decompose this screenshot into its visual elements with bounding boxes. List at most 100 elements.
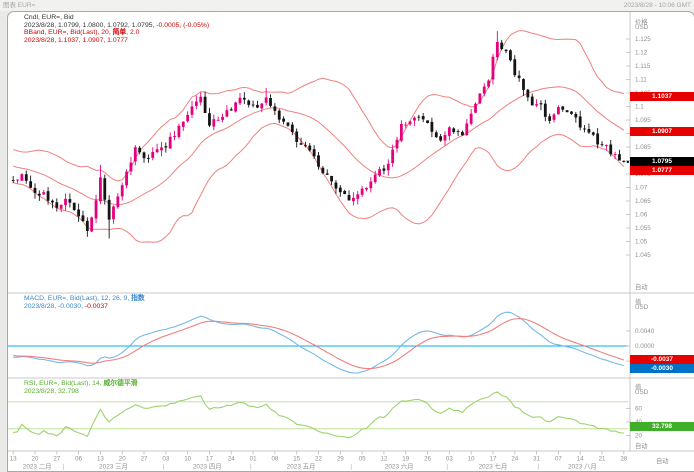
svg-text:1.065: 1.065 xyxy=(635,198,651,205)
axis-badge-1.1037: 1.1037 xyxy=(630,92,694,101)
bollinger-bands xyxy=(13,31,624,243)
month-label: 2023 五月 xyxy=(287,463,316,471)
svg-text:0.0040: 0.0040 xyxy=(635,328,655,335)
svg-text:24: 24 xyxy=(228,456,235,463)
svg-text:06: 06 xyxy=(75,456,82,463)
svg-text:1.115: 1.115 xyxy=(635,63,651,70)
bband-ma-type: 简单 xyxy=(113,29,127,36)
axis-badge-1.0795: 1.0795 xyxy=(630,157,694,166)
macd-ma-type: 指数 xyxy=(131,295,145,302)
svg-text:|: | xyxy=(350,464,352,471)
price-axis-unit: USD xyxy=(635,24,648,31)
month-label: 2023 四月 xyxy=(193,463,222,471)
rsi-line xyxy=(13,392,624,438)
svg-text:27: 27 xyxy=(141,456,148,463)
svg-text:10: 10 xyxy=(468,456,475,463)
window-timestamp: 2023/8/28 - 10:06 GMT xyxy=(624,0,691,11)
axis-badge--0.0030: -0.0030 xyxy=(630,364,694,373)
svg-text:13: 13 xyxy=(97,456,104,463)
rsi-legend-params: RSI, EUR=, Bid(Last), 14, xyxy=(24,380,104,387)
candle-legend-change: -0.0005, (-0.05%) xyxy=(156,22,209,29)
rsi-smoothing-type: 威尔德平滑 xyxy=(104,380,138,387)
svg-text:17: 17 xyxy=(490,456,497,463)
last-price-marker xyxy=(627,161,629,163)
svg-text:24: 24 xyxy=(511,456,518,463)
window-title: 图表 EUR= xyxy=(3,0,35,11)
axis-badge-32.798: 32.798 xyxy=(630,422,694,431)
svg-text:10: 10 xyxy=(184,456,191,463)
svg-text:29: 29 xyxy=(337,456,344,463)
svg-text:1.06: 1.06 xyxy=(635,212,648,219)
svg-text:13: 13 xyxy=(10,456,17,463)
svg-text:1.1: 1.1 xyxy=(635,104,644,111)
rsi-legend: RSI, EUR=, Bid(Last), 14, 威尔德平滑 2023/8/2… xyxy=(24,380,138,395)
svg-text:14: 14 xyxy=(577,456,584,463)
svg-text:15: 15 xyxy=(293,456,300,463)
macd-legend-value: 2023/8/28, -0.0030, xyxy=(24,303,85,310)
candle-legend-ohlc: 2023/8/28, 1.0799, 1.0800, 1.0792, 1.079… xyxy=(24,22,156,29)
svg-text:|: | xyxy=(63,464,65,471)
title-bar: 图表 EUR= 2023/8/28 - 10:06 GMT xyxy=(0,0,694,11)
svg-text:01: 01 xyxy=(250,456,257,463)
rsi-axis-unit: USD xyxy=(635,389,648,396)
rsi-legend-value: 2023/8/28, 32.798 xyxy=(24,388,138,396)
svg-text:|: | xyxy=(250,464,252,471)
time-axis[interactable]: 13 20 27 06 13 20 27 03 10 17 24 01 08 15 22 29 05 12 19 26… xyxy=(10,451,628,471)
svg-text:19: 19 xyxy=(402,456,409,463)
svg-text:|: | xyxy=(538,464,540,471)
svg-text:03: 03 xyxy=(446,456,453,463)
candlestick-series xyxy=(12,31,629,238)
price-axis-auto[interactable]: 自动 xyxy=(635,282,648,291)
axis-badge--0.0037: -0.0037 xyxy=(630,355,694,364)
chart-frame: 1.1251.121.1151.111.1051.11.0951.091.085… xyxy=(7,11,694,472)
rsi-axis-auto[interactable]: 自动 xyxy=(635,441,648,450)
month-label: 2023 二月 xyxy=(23,463,52,471)
svg-text:0.0000: 0.0000 xyxy=(635,343,655,350)
month-label: 2023 三月 xyxy=(99,463,128,471)
svg-text:1.12: 1.12 xyxy=(635,50,648,57)
svg-text:08: 08 xyxy=(271,456,278,463)
month-label: 2023 八月 xyxy=(568,463,597,471)
svg-text:1.045: 1.045 xyxy=(635,252,651,259)
chart-canvas[interactable]: 1.1251.121.1151.111.1051.11.0951.091.085… xyxy=(8,12,694,471)
macd-axis-unit: USD xyxy=(635,304,648,311)
macd-legend: MACD, EUR=, Bid(Last), 12, 26, 9, 指数 202… xyxy=(24,295,145,310)
macd-legend-params: MACD, EUR=, Bid(Last), 12, 26, 9, xyxy=(24,295,131,302)
svg-text:03: 03 xyxy=(162,456,169,463)
main-legend: Cndl, EUR=, Bid 2023/8/28, 1.0799, 1.080… xyxy=(24,14,209,44)
macd-signal-line xyxy=(13,319,624,369)
svg-text:20: 20 xyxy=(32,456,39,463)
svg-text:07: 07 xyxy=(555,456,562,463)
candle-legend-line1: Cndl, EUR=, Bid xyxy=(24,14,209,22)
svg-text:1.05: 1.05 xyxy=(635,239,648,246)
svg-text:|: | xyxy=(446,464,448,471)
chart-window: { "window": { "title": "图表 EUR=", "times… xyxy=(0,0,694,471)
svg-text:17: 17 xyxy=(206,456,213,463)
axis-badge-1.0907: 1.0907 xyxy=(630,127,694,136)
macd-signal-value: -0.0037 xyxy=(85,303,108,310)
svg-text:22: 22 xyxy=(315,456,322,463)
svg-text:1.085: 1.085 xyxy=(635,144,651,151)
svg-text:27: 27 xyxy=(53,456,60,463)
svg-text:1.055: 1.055 xyxy=(635,225,651,232)
svg-text:|: | xyxy=(163,464,165,471)
svg-text:1.11: 1.11 xyxy=(635,77,647,84)
svg-text:12: 12 xyxy=(380,456,387,463)
svg-text:1.125: 1.125 xyxy=(635,36,651,43)
svg-text:05: 05 xyxy=(359,456,366,463)
svg-text:20: 20 xyxy=(119,456,126,463)
svg-text:20: 20 xyxy=(635,433,643,440)
svg-text:31: 31 xyxy=(533,456,540,463)
svg-text:60: 60 xyxy=(635,406,643,413)
bband-legend-values: 2023/8/28, 1.1037, 1.0907, 1.0777 xyxy=(24,37,209,45)
month-label: 2023 七月 xyxy=(479,462,508,471)
month-label: 2023 六月 xyxy=(385,462,414,471)
time-axis-auto[interactable]: 自动 xyxy=(656,456,669,465)
axis-badge-1.0777: 1.0777 xyxy=(630,166,694,175)
bband-legend-params: BBand, EUR=, Bid(Last), 20, xyxy=(24,29,113,36)
svg-text:28: 28 xyxy=(620,456,627,463)
macd-panel-series xyxy=(8,312,628,373)
svg-text:26: 26 xyxy=(424,456,431,463)
svg-text:21: 21 xyxy=(599,456,606,463)
svg-text:1.095: 1.095 xyxy=(635,117,651,124)
